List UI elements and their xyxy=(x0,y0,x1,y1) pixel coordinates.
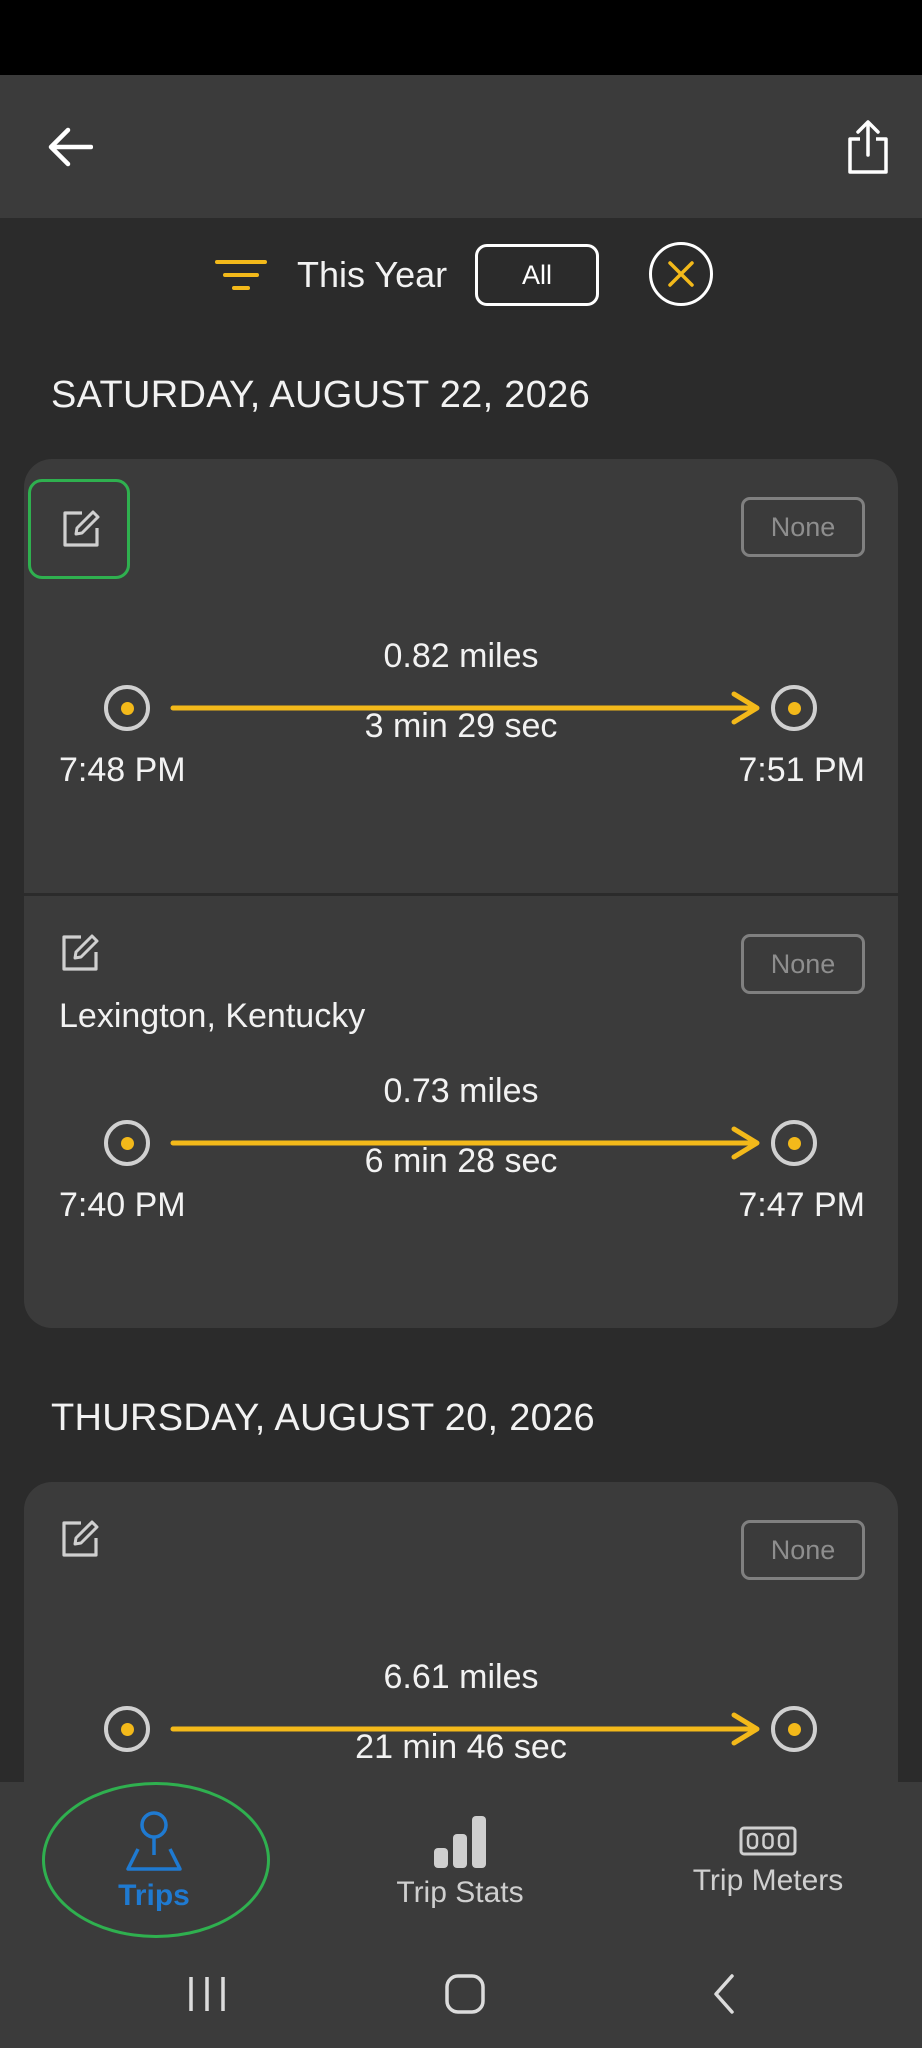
trip-location: Lexington, Kentucky xyxy=(59,997,366,1035)
trip-start-time: 7:40 PM xyxy=(59,1186,186,1224)
trip-route: 6.61 miles 21 min 46 sec xyxy=(24,1658,898,1782)
close-icon xyxy=(668,261,694,287)
trip-tag-button[interactable]: None xyxy=(741,934,865,994)
trip-start-time: 7:48 PM xyxy=(59,751,186,789)
home-button[interactable] xyxy=(435,1964,495,2024)
filter-row: This Year All xyxy=(0,240,922,310)
trip-pin-icon xyxy=(126,1811,182,1871)
trip-end-time: 7:47 PM xyxy=(738,1186,865,1224)
tab-trips-label: Trips xyxy=(118,1879,190,1912)
trip-duration: 3 min 29 sec xyxy=(364,707,558,745)
edit-icon xyxy=(63,510,100,547)
day-header: SATURDAY, AUGUST 22, 2026 xyxy=(51,374,591,416)
home-icon xyxy=(445,1974,485,2014)
system-back-button[interactable] xyxy=(694,1964,754,2024)
bottom-navigation: Trips Trip Stats Trip Meters xyxy=(0,1782,922,1940)
day-header: THURSDAY, AUGUST 20, 2026 xyxy=(51,1397,595,1439)
clear-filter-button[interactable] xyxy=(649,242,713,306)
back-arrow-icon xyxy=(48,127,93,167)
back-button[interactable] xyxy=(36,113,104,181)
trip-item[interactable]: None Lexington, Kentucky 0.73 miles 6 mi… xyxy=(24,893,898,1328)
recent-apps-button[interactable] xyxy=(177,1964,237,2024)
trip-card: None 6.61 miles 21 min 46 sec xyxy=(24,1482,898,1782)
chevron-left-icon xyxy=(714,1974,734,2014)
trip-route: 0.82 miles 3 min 29 sec 7:48 PM 7:51 PM xyxy=(24,637,898,855)
all-filter-button[interactable]: All xyxy=(475,244,599,306)
trip-distance: 0.73 miles xyxy=(383,1072,539,1110)
share-icon xyxy=(848,120,888,174)
trip-distance: 0.82 miles xyxy=(383,637,539,675)
edit-trip-button[interactable] xyxy=(59,932,99,972)
bar-chart-icon xyxy=(434,1816,486,1868)
recent-apps-icon xyxy=(189,1977,225,2011)
filter-period-label[interactable]: This Year xyxy=(297,250,447,300)
trip-duration: 6 min 28 sec xyxy=(364,1142,558,1180)
trip-card: None 0.82 miles 3 min 29 sec 7:48 PM 7:5… xyxy=(24,459,898,1328)
tab-trip-meters[interactable]: Trip Meters xyxy=(650,1782,886,1940)
trip-item[interactable]: None 6.61 miles 21 min 46 sec xyxy=(24,1482,898,1782)
tab-trip-stats[interactable]: Trip Stats xyxy=(345,1782,575,1940)
tab-trips[interactable]: Trips xyxy=(40,1782,268,1940)
status-bar xyxy=(0,0,922,75)
share-button[interactable] xyxy=(834,111,902,183)
trip-distance: 6.61 miles xyxy=(383,1658,539,1696)
meter-icon xyxy=(739,1826,797,1856)
trip-duration: 21 min 46 sec xyxy=(355,1728,567,1766)
filter-icon[interactable] xyxy=(213,256,269,296)
edit-icon xyxy=(62,934,99,971)
trip-route: 0.73 miles 6 min 28 sec 7:40 PM 7:47 PM xyxy=(24,1072,898,1290)
system-navigation-bar xyxy=(0,1940,922,2048)
tab-trip-stats-label: Trip Stats xyxy=(396,1876,524,1909)
trip-item[interactable]: None 0.82 miles 3 min 29 sec 7:48 PM 7:5… xyxy=(24,459,898,893)
edit-trip-button[interactable] xyxy=(59,1518,99,1558)
trip-end-time: 7:51 PM xyxy=(738,751,865,789)
app-bar xyxy=(0,75,922,218)
trip-tag-button[interactable]: None xyxy=(741,1520,865,1580)
tab-trip-meters-label: Trip Meters xyxy=(692,1864,844,1897)
edit-trip-button[interactable] xyxy=(28,479,130,579)
edit-icon xyxy=(62,1520,99,1557)
trip-tag-button[interactable]: None xyxy=(741,497,865,557)
